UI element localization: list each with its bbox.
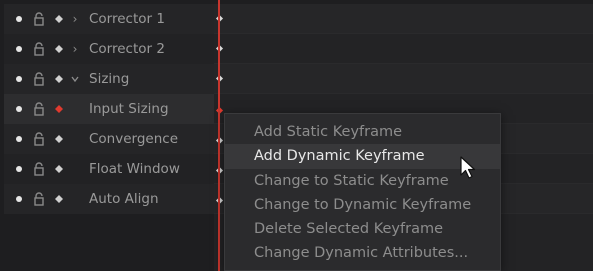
menu-item-change-to-static-keyframe[interactable]: Change to Static Keyframe: [225, 169, 500, 193]
menu-item-change-to-dynamic-keyframe[interactable]: Change to Dynamic Keyframe: [225, 193, 500, 217]
context-menu: Add Static Keyframe Add Dynamic Keyframe…: [224, 113, 501, 271]
menu-item-add-static-keyframe[interactable]: Add Static Keyframe: [225, 120, 500, 144]
mouse-pointer-icon: [460, 156, 476, 179]
timeline-row[interactable]: [214, 4, 593, 34]
menu-item-change-dynamic-attributes[interactable]: Change Dynamic Attributes...: [225, 241, 500, 265]
track-row-convergence[interactable]: Convergence: [4, 124, 214, 154]
enable-dot-icon[interactable]: [16, 76, 22, 82]
track-label: Sizing: [89, 71, 130, 87]
timeline-row[interactable]: [214, 34, 593, 64]
enable-dot-icon[interactable]: [16, 166, 22, 172]
menu-item-add-dynamic-keyframe[interactable]: Add Dynamic Keyframe: [225, 144, 500, 169]
track-row-auto-align[interactable]: Auto Align: [4, 184, 214, 214]
track-label: Corrector 2: [89, 41, 165, 57]
keyframe-diamond-icon[interactable]: [55, 75, 63, 83]
lock-icon[interactable]: [32, 12, 46, 26]
lock-icon[interactable]: [32, 162, 46, 176]
timeline-row[interactable]: [214, 64, 593, 94]
enable-dot-icon[interactable]: [16, 196, 22, 202]
playhead[interactable]: [218, 0, 220, 271]
keyframe-diamond-icon[interactable]: [55, 105, 63, 113]
lock-icon[interactable]: [32, 42, 46, 56]
track-row-corrector-2[interactable]: › Corrector 2: [4, 34, 214, 64]
enable-dot-icon[interactable]: [16, 46, 22, 52]
keyframe-editor-panel: › Corrector 1 › Corrector 2 Sizing Input…: [0, 0, 593, 271]
keyframe-diamond-icon[interactable]: [55, 195, 63, 203]
track-label: Float Window: [89, 161, 180, 177]
keyframe-diamond-icon[interactable]: [55, 135, 63, 143]
track-label: Auto Align: [89, 191, 159, 207]
track-label: Corrector 1: [89, 11, 165, 27]
track-row-float-window[interactable]: Float Window: [4, 154, 214, 184]
track-label: Convergence: [89, 131, 179, 147]
chevron-right-icon[interactable]: ›: [70, 13, 80, 25]
track-label: Input Sizing: [89, 101, 169, 117]
menu-item-delete-selected-keyframe[interactable]: Delete Selected Keyframe: [225, 217, 500, 241]
track-row-sizing[interactable]: Sizing: [4, 64, 214, 94]
lock-icon[interactable]: [32, 132, 46, 146]
track-row-corrector-1[interactable]: › Corrector 1: [4, 4, 214, 34]
enable-dot-icon[interactable]: [16, 16, 22, 22]
keyframe-diamond-icon[interactable]: [55, 45, 63, 53]
lock-icon[interactable]: [32, 192, 46, 206]
enable-dot-icon[interactable]: [16, 136, 22, 142]
lock-icon[interactable]: [32, 102, 46, 116]
chevron-right-icon[interactable]: ›: [70, 43, 80, 55]
keyframe-diamond-icon[interactable]: [55, 165, 63, 173]
enable-dot-icon[interactable]: [16, 106, 22, 112]
keyframe-diamond-icon[interactable]: [55, 15, 63, 23]
track-list: › Corrector 1 › Corrector 2 Sizing Input…: [4, 4, 214, 214]
lock-icon[interactable]: [32, 72, 46, 86]
chevron-down-icon[interactable]: [70, 73, 80, 85]
track-row-input-sizing[interactable]: Input Sizing: [4, 94, 214, 124]
